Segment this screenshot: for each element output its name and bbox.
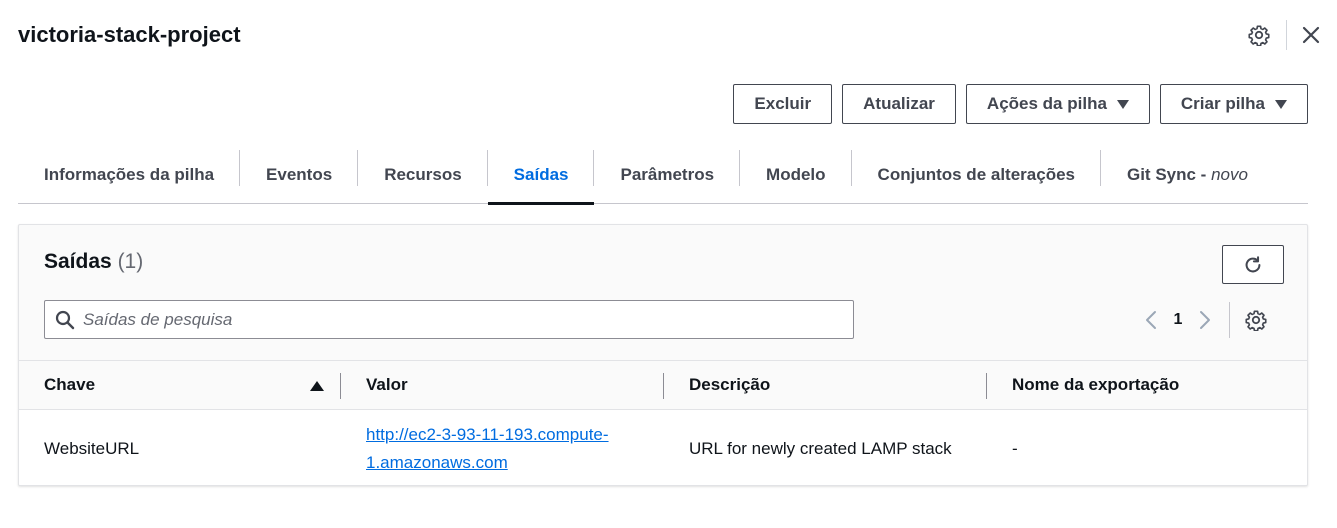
column-header-value[interactable]: Valor <box>341 361 664 409</box>
tab-parameters[interactable]: Parâmetros <box>594 146 741 204</box>
close-icon[interactable] <box>1298 22 1324 48</box>
column-header-label: Chave <box>44 375 96 394</box>
search-icon <box>55 310 75 329</box>
tab-label: Parâmetros <box>620 165 715 184</box>
chevron-left-icon <box>1146 311 1156 329</box>
tab-stack-info[interactable]: Informações da pilha <box>18 146 241 204</box>
next-page-button[interactable] <box>1191 305 1219 335</box>
column-header-description[interactable]: Descrição <box>664 361 987 409</box>
outputs-panel: Saídas (1) 1 Chave Valor <box>18 224 1308 486</box>
page-title: victoria-stack-project <box>18 22 241 47</box>
link-line: http://ec2-3-93-11-193.compute- <box>366 424 609 444</box>
cell-description: URL for newly created LAMP stack <box>689 438 952 458</box>
outputs-count: (1) <box>117 250 144 273</box>
caret-down-icon <box>1275 99 1287 109</box>
column-header-export-name[interactable]: Nome da exportação <box>987 361 1307 409</box>
gear-icon <box>1245 310 1267 331</box>
website-url-link[interactable]: http://ec2-3-93-11-193.compute- 1.amazona… <box>366 421 609 477</box>
settings-gear-icon[interactable] <box>1246 22 1272 48</box>
refresh-icon <box>1245 255 1261 272</box>
new-badge: novo <box>1211 165 1248 184</box>
stack-actions-label: Ações da pilha <box>986 94 1107 113</box>
cell-export-name: - <box>1012 438 1018 458</box>
link-line: 1.amazonaws.com <box>366 452 508 472</box>
refresh-button[interactable] <box>1222 245 1284 284</box>
cell-value: http://ec2-3-93-11-193.compute- 1.amazona… <box>341 410 664 485</box>
column-header-label: Nome da exportação <box>1012 375 1180 394</box>
pagination: 1 <box>1137 302 1270 338</box>
caret-down-icon <box>1116 99 1129 109</box>
tab-template[interactable]: Modelo <box>740 146 852 204</box>
update-button-label: Atualizar <box>863 94 935 113</box>
previous-page-button[interactable] <box>1137 305 1165 335</box>
tab-label: Modelo <box>766 165 826 184</box>
column-header-label: Descrição <box>689 375 771 394</box>
chevron-right-icon <box>1200 311 1210 329</box>
column-header-key[interactable]: Chave <box>19 361 341 409</box>
create-stack-label: Criar pilha <box>1180 94 1265 113</box>
header-divider <box>1286 20 1287 50</box>
tab-outputs[interactable]: Saídas <box>487 146 595 205</box>
column-header-label: Valor <box>366 375 408 394</box>
cell-key: WebsiteURL <box>44 438 140 458</box>
tab-change-sets[interactable]: Conjuntos de alterações <box>852 146 1101 204</box>
tab-label: Git Sync - <box>1126 165 1212 184</box>
tab-label: Informações da pilha <box>44 165 215 184</box>
outputs-search <box>44 300 854 339</box>
outputs-title: Saídas <box>44 250 112 273</box>
tab-label: Conjuntos de alterações <box>877 165 1075 184</box>
outputs-table: Chave Valor Descrição Nome da exportação… <box>19 360 1307 485</box>
tab-label: Saídas <box>513 165 569 184</box>
delete-button-label: Excluir <box>754 94 812 113</box>
table-header: Chave Valor Descrição Nome da exportação <box>19 360 1307 410</box>
tab-events[interactable]: Eventos <box>240 146 359 204</box>
tab-label: Recursos <box>384 165 462 184</box>
search-input[interactable] <box>83 309 843 330</box>
tab-resources[interactable]: Recursos <box>358 146 488 204</box>
stack-actions-dropdown[interactable]: Ações da pilha <box>965 84 1150 124</box>
sort-ascending-icon <box>310 381 324 391</box>
table-row: WebsiteURL http://ec2-3-93-11-193.comput… <box>19 410 1307 485</box>
stack-tabs: Informações da pilha Eventos Recursos Sa… <box>18 146 1308 205</box>
update-button[interactable]: Atualizar <box>842 84 956 124</box>
stack-actions-toolbar: Excluir Atualizar Ações da pilha Criar p… <box>733 84 1308 124</box>
pager-divider <box>1229 302 1230 338</box>
outputs-heading: Saídas (1) <box>44 250 143 274</box>
tab-git-sync[interactable]: Git Sync - novo <box>1101 146 1274 204</box>
current-page[interactable]: 1 <box>1165 311 1191 329</box>
create-stack-dropdown[interactable]: Criar pilha <box>1159 84 1308 124</box>
tab-label: Eventos <box>266 165 333 184</box>
table-preferences-button[interactable] <box>1242 305 1270 335</box>
delete-button[interactable]: Excluir <box>733 84 833 124</box>
